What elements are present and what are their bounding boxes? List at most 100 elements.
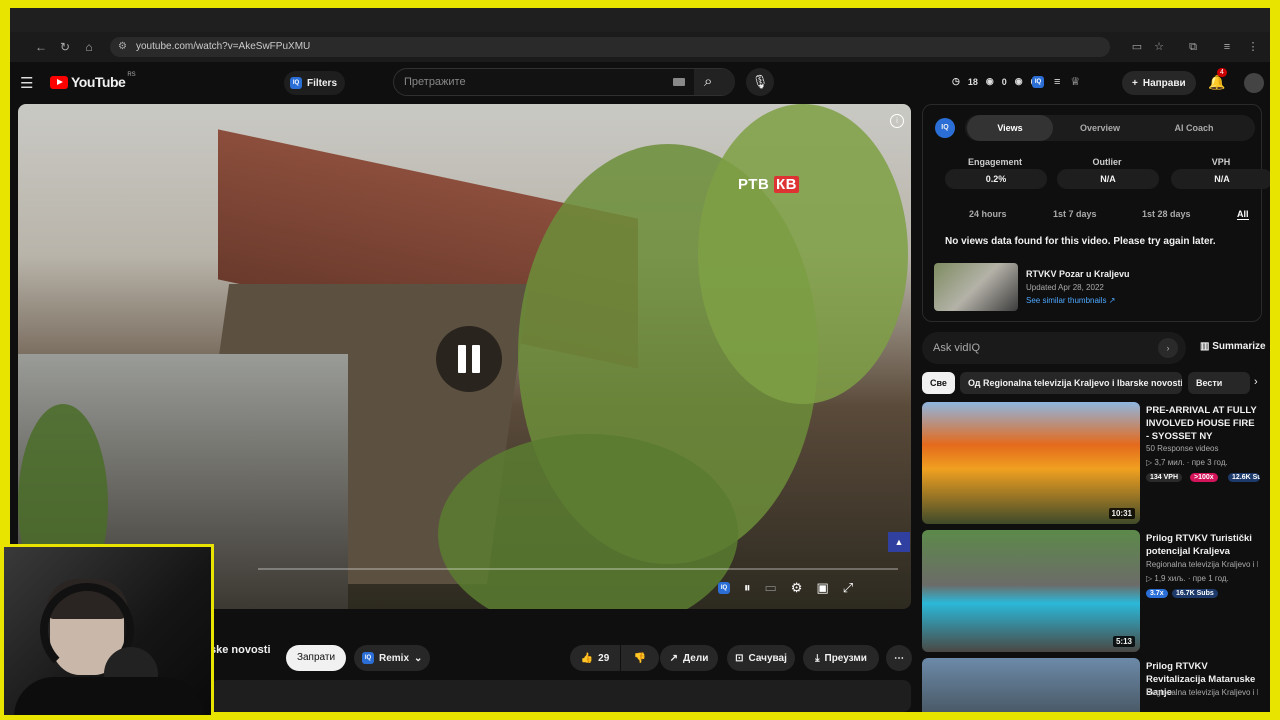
url-field[interactable]: ⚙ youtube.com/watch?v=AkeSwFPuXMU — [110, 37, 1110, 57]
vidiq-icon[interactable]: IQ — [1032, 75, 1044, 88]
duration-badge: 10:31 — [1108, 508, 1135, 519]
site-info-icon[interactable]: ⚙ — [118, 37, 127, 57]
eye-icon: ◉ — [1014, 76, 1023, 86]
pause-small-icon[interactable]: ⏸ — [744, 580, 751, 596]
share-button[interactable]: ↗ Дели — [660, 645, 718, 671]
chevron-right-icon[interactable]: › — [1254, 376, 1258, 388]
rec-thumbnail[interactable]: 10:31 — [922, 402, 1140, 524]
ask-vidiq-input[interactable]: Ask vidIQ — [933, 342, 980, 354]
pause-button[interactable] — [436, 326, 502, 392]
info-icon[interactable]: i — [890, 114, 904, 128]
home-icon[interactable]: ⌂ — [82, 40, 96, 54]
bookmark-star-icon[interactable]: ☆ — [1152, 40, 1166, 54]
extensions-icon[interactable]: ⧉ — [1186, 40, 1200, 54]
rec-channel[interactable]: Regionalna televizija Kraljevo i Ib — [1146, 560, 1258, 569]
reload-icon[interactable]: ↻ — [58, 40, 72, 54]
reading-list-icon[interactable]: ≡ — [1220, 40, 1234, 54]
chip-all[interactable]: Све — [922, 372, 955, 394]
vidiq-panel: IQ Views Overview AI Coach Engagement 0.… — [922, 104, 1270, 322]
subscribe-button[interactable]: Запрати — [286, 645, 346, 671]
browser-tab[interactable] — [370, 12, 500, 26]
save-button[interactable]: ⊡ Сачувај — [727, 645, 795, 671]
search-button[interactable] — [694, 69, 735, 95]
tab-overview[interactable]: Overview — [1057, 115, 1143, 141]
youtube-play-icon — [50, 75, 68, 89]
outlier-badge: 3.7x — [1146, 589, 1168, 598]
rec-thumbnail[interactable] — [922, 658, 1140, 712]
search-icon[interactable]: ⌕ — [704, 73, 712, 90]
thumbs-down-icon: 👎 — [633, 652, 647, 664]
rec-channel[interactable]: 50 Response videos — [1146, 444, 1258, 453]
range-all[interactable]: All — [1237, 209, 1249, 220]
browser-tab[interactable] — [200, 12, 330, 26]
range-24h[interactable]: 24 hours — [969, 209, 1007, 219]
dislike-button[interactable]: 👎 — [621, 645, 659, 671]
range-28d[interactable]: 1st 28 days — [1142, 209, 1191, 219]
like-button[interactable]: 👍 29 — [570, 645, 620, 671]
video-thumbnail — [934, 263, 1018, 311]
subs-badge: 12.6K Subs — [1228, 473, 1260, 482]
stat-views: 0 — [1001, 76, 1007, 87]
chip-channel[interactable]: Од Regionalna televizija Kraljevo i Ibar… — [960, 372, 1182, 394]
list-item[interactable]: 10:31 PRE-ARRIVAL AT FULLY INVOLVED HOUS… — [922, 402, 1262, 526]
share-icon: ↗ — [669, 652, 679, 664]
rec-thumbnail[interactable]: 5:13 — [922, 530, 1140, 652]
subtitles-icon[interactable]: ▭ — [765, 580, 777, 596]
more-actions-button[interactable]: ⋯ — [886, 645, 912, 671]
tab-views[interactable]: Views — [967, 115, 1053, 141]
search-box: Претражите ⌕ — [393, 68, 735, 96]
metric-engagement-label: Engagement — [967, 157, 1022, 167]
download-icon: ⤓ — [815, 652, 820, 664]
watermark-ptb: РТВ — [738, 176, 770, 193]
video-title: RTVKV Pozar u Kraljevu — [1026, 269, 1130, 279]
miniplayer-icon[interactable]: ▣ — [816, 580, 828, 596]
search-input[interactable]: Претражите — [404, 76, 466, 88]
list-icon[interactable]: ≡ — [1054, 76, 1060, 88]
progress-bar[interactable] — [258, 568, 898, 570]
channel-watermark: РТВ КВ — [738, 176, 799, 193]
chip-news[interactable]: Вести — [1188, 372, 1250, 394]
vidiq-player-icon[interactable]: IQ — [718, 582, 730, 594]
create-button[interactable]: + Направи — [1122, 71, 1196, 95]
updated-date: Updated Apr 28, 2022 — [1026, 283, 1104, 292]
rec-meta: ▷ 1,9 хиљ. · пре 1 год. — [1146, 574, 1229, 583]
avatar[interactable] — [1244, 73, 1264, 93]
vph-badge: 134 VPH — [1146, 473, 1183, 482]
more-horizontal-icon: ⋯ — [894, 652, 904, 664]
back-icon[interactable]: ← — [34, 40, 48, 54]
settings-gear-icon[interactable]: ⚙ — [791, 580, 803, 596]
more-icon[interactable]: ⋮ — [1246, 40, 1260, 54]
rec-title[interactable]: Prilog RTVKV Turistički potencijal Kralj… — [1146, 532, 1258, 558]
remix-button[interactable]: IQ Remix ⌄ — [354, 645, 431, 671]
range-7d[interactable]: 1st 7 days — [1053, 209, 1097, 219]
menu-icon[interactable]: ☰ — [20, 74, 33, 92]
list-item[interactable]: Prilog RTVKV Revitalizacija Mataruske Ba… — [922, 658, 1262, 712]
summarize-button[interactable]: ▥ Summarize — [1200, 341, 1266, 352]
fullscreen-icon[interactable]: ⤢ — [843, 580, 853, 596]
youtube-logo[interactable]: YouTube RS — [50, 72, 136, 91]
channel-name[interactable]: ske novosti — [210, 644, 271, 656]
save-label: Сачувај — [748, 652, 787, 664]
rec-title[interactable]: PRE-ARRIVAL AT FULLY INVOLVED HOUSE FIRE… — [1146, 404, 1258, 443]
voice-search-icon[interactable]: 🎙 — [746, 68, 774, 96]
description-box[interactable] — [210, 680, 911, 712]
tab-ai-coach[interactable]: AI Coach — [1151, 115, 1237, 141]
similar-thumbnails-link[interactable]: See similar thumbnails ↗ — [1026, 296, 1115, 305]
download-label: Преузми — [824, 652, 867, 664]
eye-icon: ◉ — [985, 76, 994, 86]
cast-icon[interactable]: ▭ — [1130, 40, 1144, 54]
chevron-right-icon[interactable]: › — [1158, 338, 1178, 358]
rec-channel[interactable]: Regionalna televizija Kraljevo i Ib — [1146, 688, 1258, 697]
metric-vph-value: N/A — [1171, 169, 1270, 189]
keyboard-icon[interactable] — [673, 78, 685, 86]
download-button[interactable]: ⤓ Преузми — [803, 645, 879, 671]
trophy-icon[interactable]: ♕ — [1070, 75, 1080, 88]
channel-logo-icon[interactable]: ▲ — [888, 532, 910, 552]
browser-tab[interactable] — [50, 12, 180, 26]
list-item[interactable]: 5:13 Prilog RTVKV Turistički potencijal … — [922, 530, 1262, 654]
video-player[interactable]: РТВ КВ i ▲ IQ ⏸ ▭ ⚙ ▣ ⤢ — [18, 104, 911, 609]
filters-button[interactable]: IQ Filters — [284, 71, 346, 95]
ask-vidiq-box[interactable]: Ask vidIQ › — [922, 332, 1186, 364]
summarize-label: Summarize — [1212, 341, 1266, 352]
vidiq-stats: ◷18 ◉0 ◉0 — [952, 76, 1036, 87]
